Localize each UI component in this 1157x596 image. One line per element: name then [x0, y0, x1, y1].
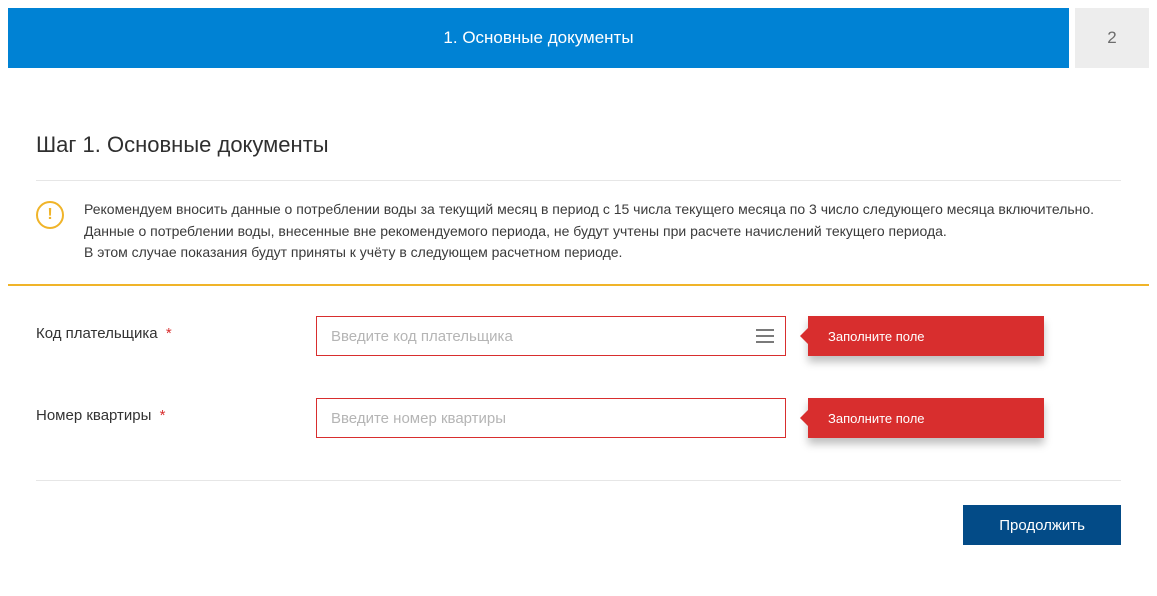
required-mark: * — [160, 407, 166, 424]
row-apartment: Номер квартиры * Заполните поле — [36, 398, 1121, 438]
label-payer-code: Код плательщика * — [36, 316, 316, 342]
exclamation-icon: ! — [36, 201, 64, 229]
notice-block: ! Рекомендуем вносить данные о потреблен… — [36, 199, 1121, 284]
row-payer-code: Код плательщика * Заполните поле — [36, 316, 1121, 356]
divider — [36, 180, 1121, 181]
form-panel: Шаг 1. Основные документы ! Рекомендуем … — [8, 106, 1149, 571]
payer-code-input[interactable] — [316, 316, 786, 356]
notice-line-3: В этом случае показания будут приняты к … — [84, 242, 1094, 264]
error-apartment: Заполните поле — [808, 398, 1044, 438]
step-tab-1-label: 1. Основные документы — [443, 28, 633, 48]
apartment-input[interactable] — [316, 398, 786, 438]
error-payer-code: Заполните поле — [808, 316, 1044, 356]
step-tab-2-label: 2 — [1107, 28, 1116, 48]
notice-separator — [8, 284, 1149, 286]
notice-text: Рекомендуем вносить данные о потреблении… — [84, 199, 1094, 264]
continue-button[interactable]: Продолжить — [963, 505, 1121, 545]
panel-title: Шаг 1. Основные документы — [36, 132, 1121, 158]
step-tab-1[interactable]: 1. Основные документы — [8, 8, 1069, 68]
notice-line-1: Рекомендуем вносить данные о потреблении… — [84, 199, 1094, 221]
label-apartment: Номер квартиры * — [36, 398, 316, 424]
notice-line-2: Данные о потреблении воды, внесенные вне… — [84, 221, 1094, 243]
menu-icon[interactable] — [756, 329, 774, 343]
divider — [36, 480, 1121, 481]
step-tabs: 1. Основные документы 2 — [0, 0, 1157, 68]
required-mark: * — [166, 325, 172, 342]
actions-bar: Продолжить — [36, 505, 1121, 545]
input-wrap-apartment — [316, 398, 786, 438]
input-wrap-payer-code — [316, 316, 786, 356]
step-tab-2[interactable]: 2 — [1075, 8, 1149, 68]
